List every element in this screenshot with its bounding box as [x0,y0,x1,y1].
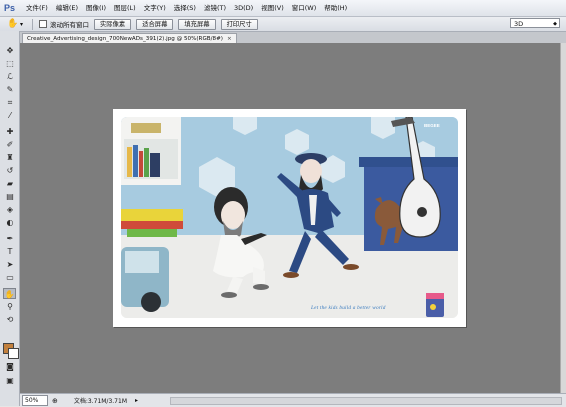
canvas-area[interactable]: BEGEE Let the kids build a better world [20,43,566,393]
print-size-button[interactable]: 打印尺寸 [220,18,258,30]
document-info: 文档:3.71M/3.71M [73,398,127,405]
menu-edit[interactable]: 编辑(E) [52,0,82,16]
3d-rotate-tool-icon[interactable]: ⟲ [4,314,16,325]
menu-layer[interactable]: 图层(L) [110,0,140,16]
document-canvas[interactable]: BEGEE Let the kids build a better world [113,109,466,327]
eraser-tool-icon[interactable]: ▰ [4,178,16,189]
menu-filter[interactable]: 滤镜(T) [200,0,230,16]
move-tool-icon[interactable]: ✥ [4,45,16,56]
menu-select[interactable]: 选择(S) [170,0,200,16]
options-bar: ✋ ▾ 滚动所有窗口 实际像素 适合屏幕 填充屏幕 打印尺寸 3D ◆ [0,17,566,32]
lasso-tool-icon[interactable]: ℒ [4,71,16,82]
menu-3d[interactable]: 3D(D) [230,0,257,16]
actual-pixels-button[interactable]: 实际像素 [94,18,132,30]
gradient-tool-icon[interactable]: ▤ [4,191,16,202]
dodge-tool-icon[interactable]: ◐ [4,217,16,228]
status-info-icon[interactable]: ⊕ [52,397,58,405]
scroll-all-windows-checkbox[interactable] [39,20,47,28]
menu-view[interactable]: 视图(V) [257,0,288,16]
clone-stamp-tool-icon[interactable]: ♜ [4,152,16,163]
brush-tool-icon[interactable]: ✐ [4,139,16,150]
divider [32,18,33,30]
chevron-right-icon[interactable]: ▸ [135,397,138,404]
hand-tool-icon[interactable]: ✋ [3,288,16,299]
menu-image[interactable]: 图像(I) [82,0,110,16]
toolbox: ✥ ⬚ ℒ ✎ ⌗ ⁄ ✚ ✐ ♜ ↺ ▰ ▤ ◈ ◐ ✒ T ➤ ▭ ✋ ⚲ … [0,31,20,406]
eyedropper-tool-icon[interactable]: ⁄ [4,110,16,121]
ad-scene-illustration [121,117,458,318]
path-selection-tool-icon[interactable]: ➤ [4,259,16,270]
zoom-tool-icon[interactable]: ⚲ [4,301,16,312]
blur-tool-icon[interactable]: ◈ [4,204,16,215]
document-tab-title: Creative_Advertising_design_700NewADs_39… [27,36,223,42]
marquee-tool-icon[interactable]: ⬚ [4,58,16,69]
close-icon[interactable]: × [227,36,232,42]
quick-select-tool-icon[interactable]: ✎ [4,84,16,95]
shape-tool-icon[interactable]: ▭ [4,272,16,283]
crop-tool-icon[interactable]: ⌗ [4,97,16,108]
scroll-all-windows-label: 滚动所有窗口 [50,21,89,29]
menu-help[interactable]: 帮助(H) [320,0,351,16]
workspace-select[interactable]: 3D ◆ [510,18,560,28]
menu-window[interactable]: 窗口(W) [288,0,321,16]
photoshop-logo-icon: Ps [4,3,16,13]
brand-logo-text: BEGEE [424,123,440,128]
workspace-value: 3D [514,20,524,28]
document-tab-strip: Creative_Advertising_design_700NewADs_39… [20,32,566,44]
background-color-swatch[interactable] [8,348,19,359]
type-tool-icon[interactable]: T [4,246,16,257]
quick-mask-icon[interactable]: ◙ [4,361,16,372]
menu-type[interactable]: 文字(Y) [140,0,170,16]
status-bar: 50% ⊕ 文档:3.71M/3.71M ▸ [20,393,566,407]
ad-tagline: Let the kids build a better world [311,305,386,311]
horizontal-scrollbar[interactable] [170,397,562,405]
vertical-scrollbar[interactable] [560,43,566,393]
chevron-down-icon: ◆ [553,21,557,27]
hand-tool-preset-icon[interactable]: ✋ [6,18,20,30]
history-brush-tool-icon[interactable]: ↺ [4,165,16,176]
zoom-level-field[interactable]: 50% [22,395,48,406]
fill-screen-button[interactable]: 填充屏幕 [178,18,216,30]
menu-file[interactable]: 文件(F) [22,0,52,16]
screen-mode-icon[interactable]: ▣ [4,375,16,386]
healing-brush-tool-icon[interactable]: ✚ [4,126,16,137]
menu-bar: Ps 文件(F) 编辑(E) 图像(I) 图层(L) 文字(Y) 选择(S) 滤… [0,0,566,17]
fit-screen-button[interactable]: 适合屏幕 [136,18,174,30]
pen-tool-icon[interactable]: ✒ [4,233,16,244]
ad-image: BEGEE Let the kids build a better world [121,117,458,318]
chevron-down-icon[interactable]: ▾ [20,21,28,28]
